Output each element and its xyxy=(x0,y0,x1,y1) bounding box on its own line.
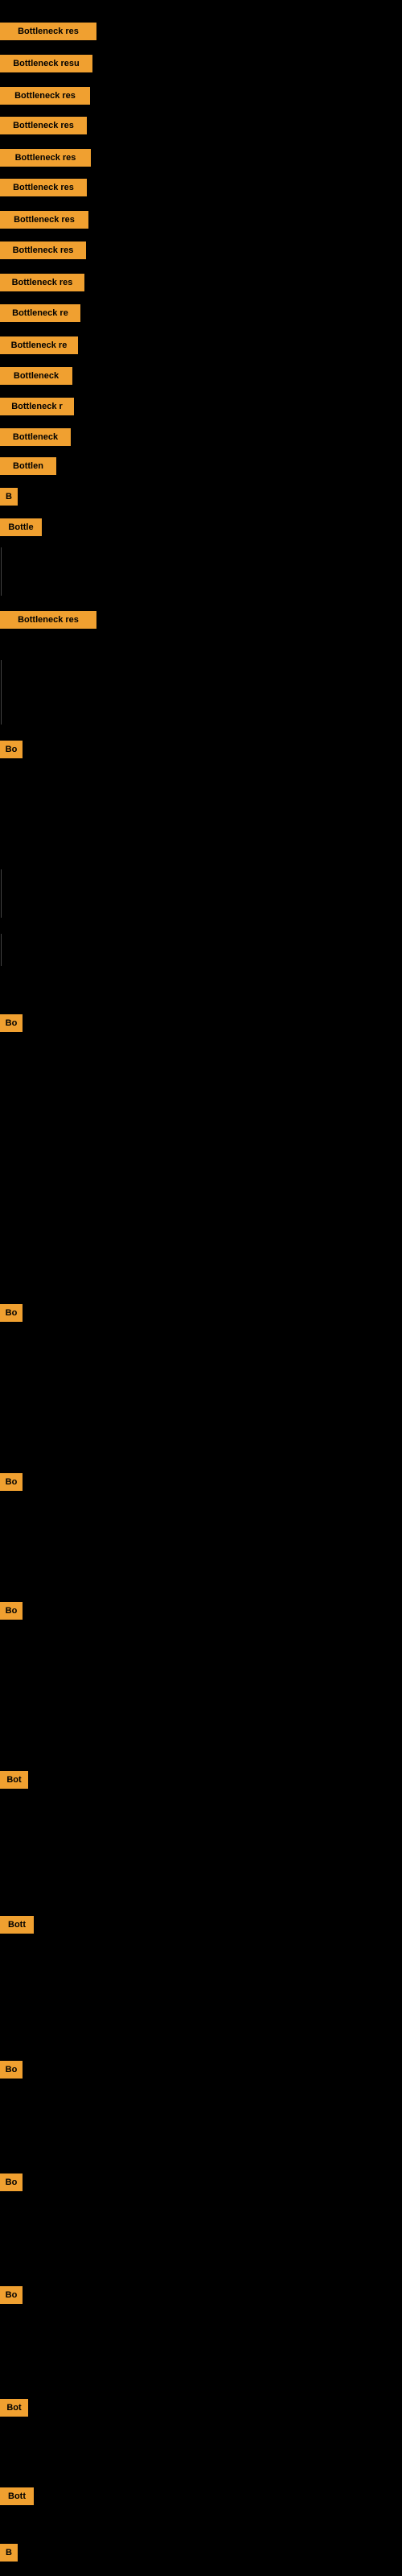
bottleneck-button-23[interactable]: Bo xyxy=(0,1602,23,1620)
bottleneck-button-20[interactable]: Bo xyxy=(0,1014,23,1032)
bottleneck-button-13[interactable]: Bottleneck r xyxy=(0,398,74,415)
vertical-line-4 xyxy=(1,934,2,966)
bottleneck-button-12[interactable]: Bottleneck xyxy=(0,367,72,385)
bottleneck-button-31[interactable]: B xyxy=(0,2544,18,2562)
bottleneck-button-18[interactable]: Bottleneck res xyxy=(0,611,96,629)
bottleneck-button-25[interactable]: Bott xyxy=(0,1916,34,1934)
bottleneck-button-1[interactable]: Bottleneck res xyxy=(0,23,96,40)
bottleneck-button-19[interactable]: Bo xyxy=(0,741,23,758)
bottleneck-button-8[interactable]: Bottleneck res xyxy=(0,242,86,259)
bottleneck-button-14[interactable]: Bottleneck xyxy=(0,428,71,446)
bottleneck-button-5[interactable]: Bottleneck res xyxy=(0,149,91,167)
bottleneck-button-17[interactable]: Bottle xyxy=(0,518,42,536)
bottleneck-button-29[interactable]: Bot xyxy=(0,2399,28,2417)
bottleneck-button-6[interactable]: Bottleneck res xyxy=(0,179,87,196)
bottleneck-button-9[interactable]: Bottleneck res xyxy=(0,274,84,291)
bottleneck-button-3[interactable]: Bottleneck res xyxy=(0,87,90,105)
bottleneck-button-21[interactable]: Bo xyxy=(0,1304,23,1322)
vertical-line-2 xyxy=(1,660,2,724)
bottleneck-button-16[interactable]: B xyxy=(0,488,18,506)
vertical-line-3 xyxy=(1,869,2,918)
bottleneck-button-27[interactable]: Bo xyxy=(0,2174,23,2191)
bottleneck-button-7[interactable]: Bottleneck res xyxy=(0,211,88,229)
bottleneck-button-24[interactable]: Bot xyxy=(0,1771,28,1789)
bottleneck-button-4[interactable]: Bottleneck res xyxy=(0,117,87,134)
bottleneck-button-11[interactable]: Bottleneck re xyxy=(0,336,78,354)
vertical-line-1 xyxy=(1,547,2,596)
bottleneck-button-2[interactable]: Bottleneck resu xyxy=(0,55,92,72)
bottleneck-button-22[interactable]: Bo xyxy=(0,1473,23,1491)
bottleneck-button-28[interactable]: Bo xyxy=(0,2286,23,2304)
bottleneck-button-15[interactable]: Bottlen xyxy=(0,457,56,475)
bottleneck-button-30[interactable]: Bott xyxy=(0,2487,34,2505)
bottleneck-button-26[interactable]: Bo xyxy=(0,2061,23,2079)
bottleneck-button-10[interactable]: Bottleneck re xyxy=(0,304,80,322)
